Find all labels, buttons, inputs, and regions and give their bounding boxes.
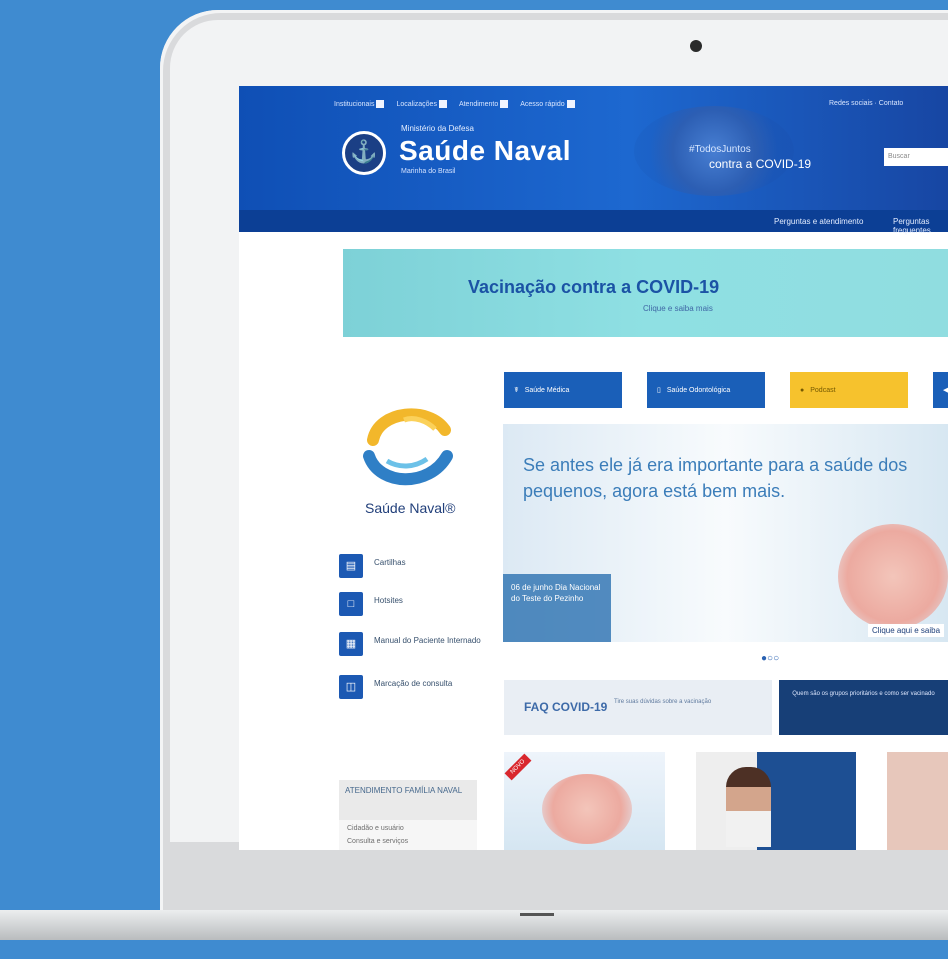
panel-title: ATENDIMENTO FAMÍLIA NAVAL [339,780,477,820]
quick-action-medical[interactable]: ☤ Saúde Médica [504,372,622,408]
site-header: Institucionais Localizações Atendimento … [239,86,948,210]
utility-link[interactable]: Localizações [396,100,447,108]
window-icon: □ [339,592,363,616]
utility-link[interactable]: Institucionais [334,100,385,108]
sidebar-item-marcacao[interactable]: ◫ Marcação de consulta [339,673,489,703]
hands-logo-icon [363,408,453,486]
banner-subtitle: Clique e saiba mais [643,304,713,313]
header-right-links[interactable]: Redes sociais · Contato [829,100,903,107]
news-card-officer[interactable] [696,752,856,850]
quick-actions: ☤ Saúde Médica ▯ Saúde Odontológica ● Po… [504,372,948,408]
hero-message: Se antes ele já era importante para a sa… [523,455,908,501]
sidebar-item-label: Manual do Paciente Internado [374,636,481,645]
faq-card[interactable]: FAQ COVID-19 Tire suas dúvidas sobre a v… [504,680,772,735]
quick-action-label: Saúde Odontológica [666,386,731,394]
utility-link[interactable]: Acesso rápido [520,100,575,108]
site-title[interactable]: Saúde Naval [399,135,571,167]
hero-event: 06 de junho Dia Nacional do Teste do Pez… [503,574,611,642]
nav-item-service[interactable]: Perguntas e atendimento [774,217,863,226]
panel-link[interactable]: Cidadão e usuário [347,825,404,832]
new-ribbon: NOVO [504,753,532,781]
chevron-icon [438,100,447,108]
sidebar-item-manual[interactable]: ▦ Manual do Paciente Internado [339,630,489,660]
government-label: Ministério da Defesa [401,124,474,133]
sidebar-item-label: Cartilhas [374,558,406,567]
site-subtitle: Marinha do Brasil [401,168,456,175]
brand-name: Saúde Naval® [365,500,456,516]
main-navigation: Perguntas e atendimento Perguntas freque… [239,210,948,235]
chevron-icon [500,100,509,108]
anchor-logo-icon: ⚓ [342,131,386,175]
sidebar: Saúde Naval® ▤ Cartilhas □ Hotsites ▦ Ma… [339,386,484,850]
quick-action-arrow[interactable]: ◀ [933,372,948,408]
microphone-icon: ● [800,386,805,394]
chevron-icon [566,100,575,108]
vaccination-info-card[interactable]: Quem são os grupos prioritários e como s… [779,680,948,735]
chevron-icon [376,100,385,108]
utility-links: Institucionais Localizações Atendimento … [334,100,575,108]
sidebar-item-label: Hotsites [374,596,403,605]
news-baby-image [542,774,632,844]
booklet-icon: ▤ [339,554,363,578]
search-input[interactable]: Buscar [884,148,948,166]
quick-action-dental[interactable]: ▯ Saúde Odontológica [647,372,765,408]
vaccination-banner[interactable]: Vacinação contra a COVID-19 Clique e sai… [343,249,948,337]
stethoscope-icon: ☤ [514,387,519,394]
manual-icon: ▦ [339,632,363,656]
hero-cta[interactable]: Clique aqui e saiba [868,624,945,637]
quick-action-label: Saúde Médica [524,386,570,394]
faq-subtitle: Tire suas dúvidas sobre a vacinação [614,699,712,705]
banner-title: Vacinação contra a COVID-19 [468,277,720,297]
quick-action-label: Podcast [810,386,836,394]
utility-link[interactable]: Atendimento [459,100,509,108]
sidebar-item-cartilhas[interactable]: ▤ Cartilhas [339,552,489,582]
slider-dots[interactable]: ●○○ [761,653,779,664]
arrow-icon: ◀ [943,387,948,394]
website-screen: Institucionais Localizações Atendimento … [239,86,948,850]
nav-item-faq[interactable]: Perguntas frequentes [893,217,948,235]
family-service-panel: ATENDIMENTO FAMÍLIA NAVAL Cidadão e usuá… [339,780,477,850]
camera-icon [690,40,702,52]
news-card-partial[interactable] [887,752,948,850]
sidebar-item-hotsites[interactable]: □ Hotsites [339,590,489,620]
faq-title: FAQ COVID-19 [524,700,608,714]
tooth-icon: ▯ [657,387,661,394]
laptop-base [0,910,948,940]
baby-feet-image [838,524,948,629]
quick-action-podcast[interactable]: ● Podcast [790,372,908,408]
calendar-icon: ◫ [339,675,363,699]
hero-slider[interactable]: Se antes ele já era importante para a sa… [503,424,948,642]
campaign-hashtag: #TodosJuntos [689,144,751,155]
panel-link[interactable]: Consulta e serviços [347,838,408,845]
officer-image [726,767,771,847]
sidebar-item-label: Marcação de consulta [374,679,453,688]
news-card-baby[interactable]: NOVO [504,752,665,850]
campaign-title: contra a COVID-19 [709,157,812,171]
